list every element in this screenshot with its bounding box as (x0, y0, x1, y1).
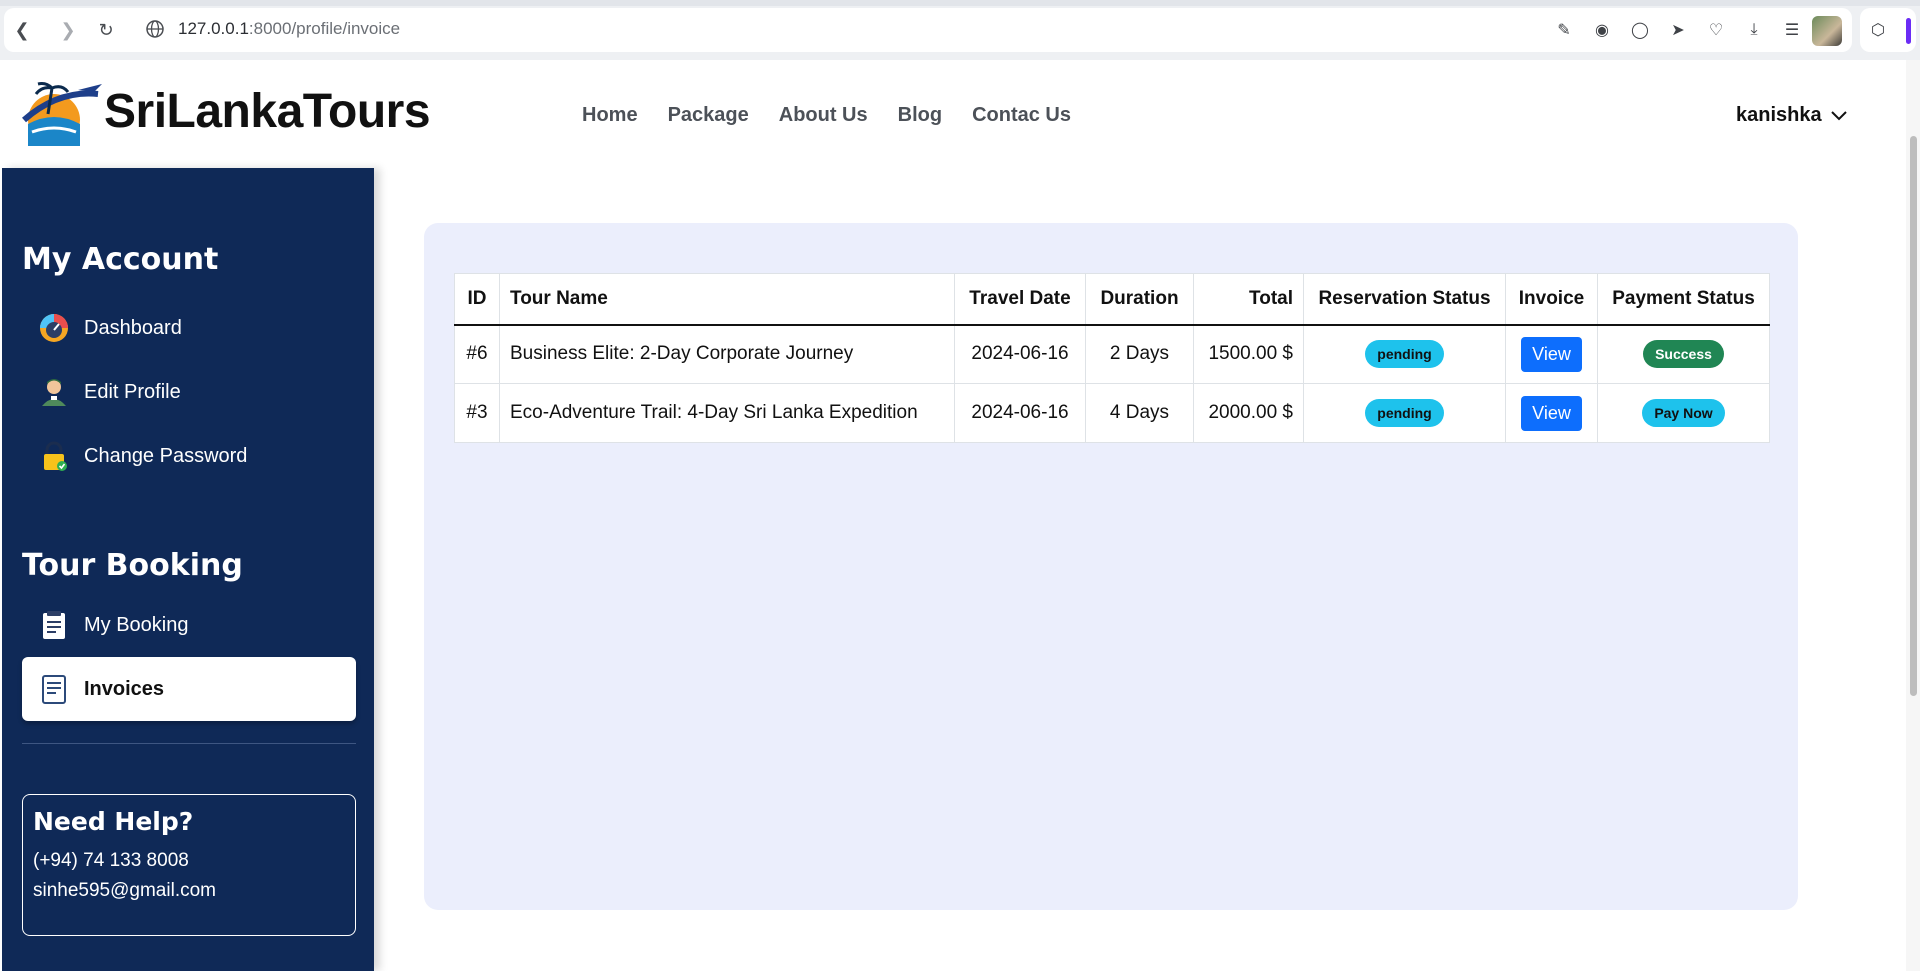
col-travel-date: Travel Date (954, 273, 1086, 326)
sidebar-divider (22, 743, 356, 744)
logo-icon[interactable] (18, 80, 106, 150)
reload-icon[interactable]: ↻ (92, 16, 120, 44)
sidebar-item-invoices[interactable]: Invoices (22, 657, 356, 721)
cell-payment-status: Success (1597, 324, 1770, 384)
cube-icon[interactable]: ⬡ (1866, 18, 1890, 42)
lock-icon (38, 440, 70, 472)
url-text[interactable]: 127.0.0.1:8000/profile/invoice (178, 19, 400, 39)
url-path: :8000/profile/invoice (248, 19, 401, 38)
site-info-icon[interactable] (145, 19, 165, 39)
col-tour-name: Tour Name (499, 273, 955, 326)
invoice-panel: ID Tour Name Travel Date Duration Total … (424, 223, 1798, 910)
edit-icon[interactable]: ✎ (1552, 18, 1576, 42)
sidebar-item-dashboard[interactable]: Dashboard (22, 296, 356, 360)
col-duration: Duration (1085, 273, 1194, 326)
sidebar-item-label: Change Password (84, 444, 248, 467)
table-row: #6 Business Elite: 2-Day Corporate Journ… (454, 324, 1770, 384)
sidebar-toggle-indicator[interactable] (1906, 18, 1911, 44)
nav-blog[interactable]: Blog (898, 104, 942, 127)
sidebar-item-my-booking[interactable]: My Booking (22, 593, 356, 657)
sidebar-item-edit-profile[interactable]: Edit Profile (22, 360, 356, 424)
cell-id: #3 (454, 383, 500, 443)
main-nav: Home Package About Us Blog Contac Us (582, 104, 1071, 127)
status-badge: pending (1365, 399, 1444, 427)
sidebar-item-change-password[interactable]: Change Password (22, 424, 356, 488)
nav-about-us[interactable]: About Us (779, 104, 868, 127)
cell-invoice: View (1505, 383, 1598, 443)
sidebar-item-label: My Booking (84, 613, 189, 636)
dashboard-icon (38, 312, 70, 344)
col-payment-status: Payment Status (1597, 273, 1770, 326)
cell-tour-name: Business Elite: 2-Day Corporate Journey (499, 324, 955, 384)
nav-package[interactable]: Package (668, 104, 749, 127)
view-invoice-button[interactable]: View (1521, 336, 1582, 372)
payment-status-badge: Success (1643, 340, 1724, 369)
send-icon[interactable]: ➤ (1666, 18, 1690, 42)
col-id: ID (454, 273, 500, 326)
sidebar-item-label: Dashboard (84, 316, 182, 339)
invoice-icon (38, 673, 70, 705)
cell-duration: 2 Days (1085, 324, 1194, 384)
forward-icon[interactable]: ❯ (54, 16, 82, 44)
help-title: Need Help? (33, 807, 194, 836)
table-row: #3 Eco-Adventure Trail: 4-Day Sri Lanka … (454, 383, 1770, 443)
url-host: 127.0.0.1 (178, 19, 249, 38)
col-total: Total (1193, 273, 1304, 326)
col-invoice: Invoice (1505, 273, 1598, 326)
help-box: Need Help? (+94) 74 133 8008 sinhe595@gm… (22, 794, 356, 936)
cell-travel-date: 2024-06-16 (954, 383, 1086, 443)
booking-icon (38, 609, 70, 641)
cell-invoice: View (1505, 324, 1598, 384)
booking-heading: Tour Booking (22, 548, 243, 583)
account-heading: My Account (22, 242, 219, 277)
help-email[interactable]: sinhe595@gmail.com (33, 876, 345, 906)
tab-strip (0, 0, 1920, 6)
sidebar: My Account Dashboard Edit Profile Change… (2, 168, 374, 971)
cell-duration: 4 Days (1085, 383, 1194, 443)
invoice-table: ID Tour Name Travel Date Duration Total … (454, 273, 1770, 443)
brand-name[interactable]: SriLankaTours (104, 84, 431, 139)
cell-payment-status: Pay Now (1597, 383, 1770, 443)
cell-reservation-status: pending (1303, 383, 1506, 443)
table-header-row: ID Tour Name Travel Date Duration Total … (454, 273, 1770, 326)
camera-icon[interactable]: ◉ (1590, 18, 1614, 42)
back-icon[interactable]: ❮ (8, 16, 36, 44)
sidebar-item-label: Invoices (84, 677, 165, 700)
heart-icon[interactable]: ♡ (1704, 18, 1728, 42)
scroll-thumb[interactable] (1910, 136, 1917, 696)
cell-reservation-status: pending (1303, 324, 1506, 384)
scrollbar[interactable] (1906, 60, 1920, 971)
menu-icon[interactable]: ☰ (1780, 18, 1804, 42)
view-invoice-button[interactable]: View (1521, 395, 1582, 431)
cell-travel-date: 2024-06-16 (954, 324, 1086, 384)
cell-tour-name: Eco-Adventure Trail: 4-Day Sri Lanka Exp… (499, 383, 955, 443)
user-menu[interactable]: kanishka (1736, 104, 1848, 127)
cell-id: #6 (454, 324, 500, 384)
nav-contact-us[interactable]: Contac Us (972, 104, 1071, 127)
shield-icon[interactable]: ◯ (1628, 18, 1652, 42)
sidebar-item-label: Edit Profile (84, 380, 181, 403)
download-icon[interactable]: ⤓ (1742, 18, 1766, 42)
help-phone[interactable]: (+94) 74 133 8008 (33, 846, 345, 876)
status-badge: pending (1365, 340, 1444, 369)
browser-toolbar: ❮ ❯ ↻ 127.0.0.1:8000/profile/invoice ✎ ◉… (0, 0, 1920, 60)
cell-total: 2000.00 $ (1193, 383, 1304, 443)
col-reservation-status: Reservation Status (1303, 273, 1506, 326)
user-name: kanishka (1736, 104, 1822, 126)
chevron-down-icon (1830, 110, 1847, 120)
user-icon (38, 376, 70, 408)
pay-now-button[interactable]: Pay Now (1642, 399, 1725, 427)
cell-total: 1500.00 $ (1193, 324, 1304, 384)
nav-home[interactable]: Home (582, 104, 638, 127)
profile-avatar[interactable] (1812, 16, 1842, 46)
